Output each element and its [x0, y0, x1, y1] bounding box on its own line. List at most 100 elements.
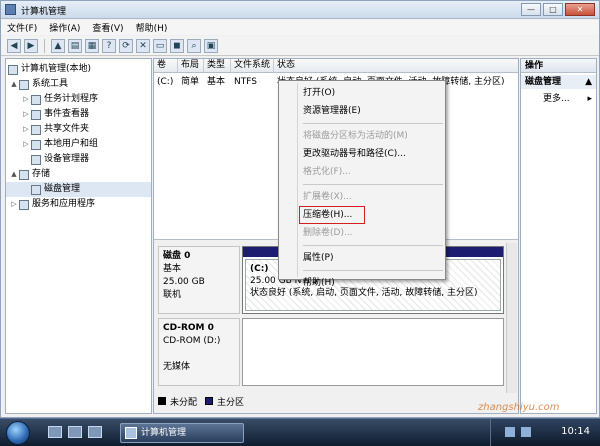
up-icon[interactable]: ▲: [51, 38, 65, 53]
minimize-button[interactable]: —: [521, 3, 541, 16]
quick-launch-icon[interactable]: [88, 426, 102, 438]
delete-icon[interactable]: ✕: [136, 38, 150, 53]
tree-item-services-apps[interactable]: ▷ 服务和应用程序: [6, 197, 151, 212]
menu-item-shrink-volume[interactable]: 压缩卷(H)...: [299, 206, 365, 224]
computer-management-icon: [125, 427, 137, 439]
expand-icon[interactable]: ▷: [22, 122, 30, 137]
show-desktop-icon[interactable]: [48, 426, 62, 438]
column-type[interactable]: 类型: [204, 59, 231, 72]
tree-item-label: 事件查看器: [44, 109, 90, 119]
menu-separator: [303, 123, 443, 124]
expand-icon[interactable]: ▷: [22, 107, 30, 122]
tree-item-event-viewer[interactable]: ▷ 事件查看器: [6, 107, 151, 122]
disk-icon[interactable]: ◼: [170, 38, 184, 53]
actions-title: 操作: [521, 59, 596, 73]
tree-item-task-scheduler[interactable]: ▷ 任务计划程序: [6, 92, 151, 107]
menu-action[interactable]: 操作(A): [49, 21, 80, 34]
forward-icon[interactable]: ▶: [24, 38, 38, 53]
computer-management-window: 计算机管理 — □ ✕ 文件(F) 操作(A) 查看(V) 帮助(H) ◀ ▶ …: [0, 0, 600, 418]
expand-icon[interactable]: ▷: [22, 92, 30, 107]
volume-icon[interactable]: [521, 427, 531, 437]
partition-label: (C:): [250, 264, 269, 274]
menu-file[interactable]: 文件(F): [7, 21, 37, 34]
cdrom-0-drive: CD-ROM (D:): [163, 336, 221, 346]
start-button[interactable]: [6, 421, 30, 445]
cdrom-0-label[interactable]: CD-ROM 0 CD-ROM (D:) 无媒体: [158, 318, 240, 386]
disk-0-label[interactable]: 磁盘 0 基本 25.00 GB 联机: [158, 246, 240, 314]
storage-icon: [19, 169, 29, 180]
folder-icon[interactable]: ▭: [153, 38, 167, 53]
collapse-icon[interactable]: ▲: [10, 77, 18, 92]
console-tree-icon[interactable]: ▤: [68, 38, 82, 53]
collapse-icon[interactable]: ▲: [10, 167, 18, 182]
tree-root-label: 计算机管理(本地): [21, 64, 92, 74]
system-tray: 10:14: [490, 419, 600, 446]
legend: 未分配 主分区: [154, 394, 518, 408]
tree-item-shared-folders[interactable]: ▷ 共享文件夹: [6, 122, 151, 137]
menu-item-extend-volume: 扩展卷(X)...: [303, 192, 352, 202]
toolbar: ◀ ▶ ▲ ▤ ▦ ? ⟳ ✕ ▭ ◼ ⌕ ▣: [1, 36, 599, 56]
disk-0-name: 磁盘 0: [163, 251, 191, 261]
console-icon[interactable]: ▣: [204, 38, 218, 53]
taskbar-button-computer-management[interactable]: 计算机管理: [120, 423, 244, 443]
tree-item-disk-management[interactable]: 磁盘管理: [6, 182, 151, 197]
maximize-button[interactable]: □: [543, 3, 563, 16]
clock[interactable]: 10:14: [561, 426, 590, 437]
menu-item-properties[interactable]: 属性(P): [279, 249, 445, 267]
tree-item-storage[interactable]: ▲ 存储: [6, 167, 151, 182]
column-status[interactable]: 状态: [274, 59, 518, 72]
cdrom-area[interactable]: [242, 318, 504, 386]
menu-item-format: 格式化(F)...: [303, 167, 351, 177]
tree-root[interactable]: 计算机管理(本地): [6, 62, 151, 77]
back-icon[interactable]: ◀: [7, 38, 21, 53]
properties-icon[interactable]: ▦: [85, 38, 99, 53]
tools-icon: [19, 79, 29, 90]
toolbar-separator: [44, 38, 45, 53]
tree-item-label: 服务和应用程序: [32, 199, 96, 209]
menu-view[interactable]: 查看(V): [92, 21, 123, 34]
legend-unallocated: 未分配: [170, 397, 198, 408]
menu-item-explorer[interactable]: 资源管理器(E): [279, 102, 445, 120]
tree-item-label: 系统工具: [32, 79, 69, 89]
title-bar[interactable]: 计算机管理 — □ ✕: [1, 1, 599, 19]
actions-section-disk-management[interactable]: 磁盘管理 ▲: [521, 75, 596, 89]
watermark: zhangshiyu.com: [478, 402, 560, 413]
cdrom-0-name: CD-ROM 0: [163, 323, 214, 333]
disk-0-state: 联机: [163, 290, 182, 300]
cell-volume: (C:): [157, 77, 174, 87]
menu-separator: [303, 270, 443, 271]
legend-swatch-unallocated: [158, 397, 166, 405]
network-icon[interactable]: [505, 427, 515, 437]
collapse-arrow-icon[interactable]: ▲: [585, 75, 592, 89]
services-icon: [19, 199, 29, 210]
menu-item-open[interactable]: 打开(O): [279, 84, 445, 102]
menu-item-help[interactable]: 帮助(H): [279, 274, 445, 292]
disk-0-type: 基本: [163, 264, 182, 274]
tree-item-label: 本地用户和组: [44, 139, 99, 149]
menu-separator: [303, 245, 443, 246]
column-filesystem[interactable]: 文件系统: [231, 59, 274, 72]
cell-type: 基本: [207, 77, 226, 87]
column-layout[interactable]: 布局: [178, 59, 204, 72]
users-icon: [31, 139, 41, 150]
vertical-scrollbar[interactable]: [506, 243, 517, 393]
actions-more[interactable]: 更多... ▸: [521, 92, 596, 106]
column-volume[interactable]: 卷: [154, 59, 178, 72]
disk-management-icon: [31, 184, 41, 195]
refresh-icon[interactable]: ⟳: [119, 38, 133, 53]
expand-icon[interactable]: ▷: [10, 197, 18, 212]
help-icon[interactable]: ?: [102, 38, 116, 53]
tree-item-label: 存储: [32, 169, 51, 179]
menu-help[interactable]: 帮助(H): [136, 21, 168, 34]
tree-item-label: 设备管理器: [44, 154, 90, 164]
search-icon[interactable]: ⌕: [187, 38, 201, 53]
expand-icon[interactable]: ▷: [22, 137, 30, 152]
close-button[interactable]: ✕: [565, 3, 595, 16]
tree-item-system-tools[interactable]: ▲ 系统工具: [6, 77, 151, 92]
actions-more-label: 更多...: [543, 94, 570, 104]
tree-item-local-users[interactable]: ▷ 本地用户和组: [6, 137, 151, 152]
clock-icon: [31, 94, 41, 105]
switch-windows-icon[interactable]: [68, 426, 82, 438]
menu-item-change-drive-letter[interactable]: 更改驱动器号和路径(C)...: [279, 145, 445, 163]
tree-item-device-manager[interactable]: 设备管理器: [6, 152, 151, 167]
